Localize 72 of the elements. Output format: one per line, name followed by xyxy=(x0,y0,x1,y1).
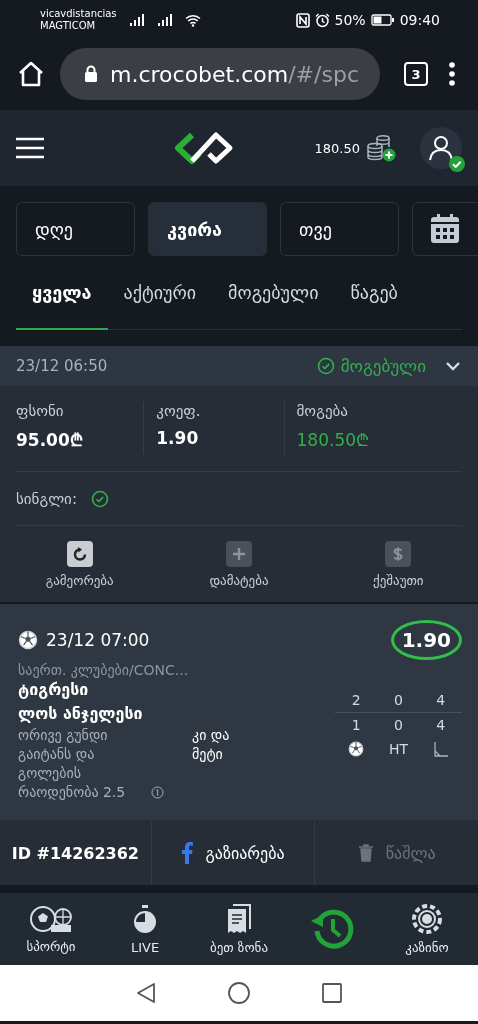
back-icon[interactable] xyxy=(136,982,156,1004)
score-cell-text: 0 xyxy=(393,692,404,708)
calendar-icon xyxy=(429,213,461,245)
menu-icon[interactable] xyxy=(16,137,44,159)
facebook-icon xyxy=(181,842,194,864)
corner-flag-icon xyxy=(432,741,449,757)
market-name: ორივე გუნდი გაიტანს და გოლების რაოდენობა 2.5 xyxy=(18,726,127,802)
battery-icon xyxy=(370,14,395,26)
filter-tab[interactable]: აქტიური xyxy=(107,257,213,330)
team-name: ტიგრესი xyxy=(18,679,90,701)
score-header: HT xyxy=(388,741,409,757)
filter-tab[interactable]: მოგებული xyxy=(212,257,335,330)
period-button[interactable]: დღე xyxy=(16,202,135,256)
share-button[interactable]: გაზიარება xyxy=(150,821,315,885)
casino-chip-icon xyxy=(412,903,442,934)
balance-amount: 180.50 xyxy=(314,140,360,156)
team-name: ლოს ანჯელესი xyxy=(18,703,144,725)
address-bar[interactable]: m.crocobet.com/#/spc xyxy=(60,48,380,100)
repeat-button[interactable]: გამეორება xyxy=(0,539,160,589)
score-cell-text: 4 xyxy=(435,717,447,733)
battery-percent: 50% xyxy=(334,12,366,28)
refresh-icon xyxy=(71,545,88,562)
wifi-icon xyxy=(184,13,201,27)
plus-icon xyxy=(231,545,247,562)
league-name: საერთ. კლუბები/CONC... xyxy=(17,661,190,678)
signal-icon xyxy=(128,13,145,27)
trash-icon xyxy=(357,844,374,862)
stopwatch-icon xyxy=(132,903,158,934)
status-check-icon xyxy=(316,357,335,375)
receipt-icon xyxy=(227,903,251,934)
stat-label: მოგება xyxy=(296,402,349,420)
live-nav-item[interactable]: LIVE xyxy=(98,893,192,965)
carrier-name: MAGTICOM xyxy=(40,20,97,32)
profile-avatar[interactable] xyxy=(420,127,462,169)
home-icon[interactable] xyxy=(228,982,250,1004)
soccer-ball-icon xyxy=(18,630,38,650)
carrier-name: vicavdistancias xyxy=(40,8,117,20)
alarm-icon xyxy=(314,12,330,28)
casino-nav-item[interactable]: კაზინო xyxy=(380,893,474,965)
betzone-nav-item[interactable]: ბეთ ზონა xyxy=(192,893,286,965)
check-icon xyxy=(90,489,109,508)
info-icon[interactable] xyxy=(151,786,164,799)
stat-value: 180.50₾ xyxy=(296,429,370,451)
score-cell-text: 0 xyxy=(393,717,404,733)
pick-name: კი და მეტი xyxy=(192,726,231,764)
score-cell-text: 2 xyxy=(350,692,362,708)
tab-count[interactable]: 3 xyxy=(404,62,428,86)
bet-date: 23/12 06:50 xyxy=(16,357,108,375)
period-button[interactable]: კვირა xyxy=(148,202,267,256)
stat-value: 95.00₾ xyxy=(16,429,84,451)
score-cell-text: 4 xyxy=(435,692,447,708)
bet-status: მოგებული xyxy=(340,356,426,376)
signal-icon xyxy=(156,13,173,27)
score-cell-text: 1 xyxy=(350,717,362,733)
nfc-icon xyxy=(295,12,310,28)
filter-tab[interactable]: წაგებ xyxy=(334,257,414,330)
balls-icon xyxy=(29,904,73,933)
goals-icon xyxy=(348,741,365,757)
clock-time: 09:40 xyxy=(399,12,440,28)
event-date: 23/12 07:00 xyxy=(46,630,150,650)
stat-label: კოეფ. xyxy=(156,402,202,420)
chevron-down-icon[interactable] xyxy=(444,360,462,372)
period-button[interactable]: თვე xyxy=(280,202,399,256)
sports-nav-item[interactable]: სპორტი xyxy=(4,893,98,965)
deposit-coins-icon[interactable] xyxy=(366,134,396,162)
bet-id: ID #14262362 xyxy=(10,842,140,865)
filter-tab[interactable]: ყველა xyxy=(16,257,108,330)
stat-value: 1.90 xyxy=(156,428,200,448)
bet-type-label: სინგლი: xyxy=(16,489,77,508)
odds-value: 1.90 xyxy=(390,620,462,660)
recent-apps-icon[interactable] xyxy=(322,983,342,1003)
stat-label: ფსონი xyxy=(16,402,65,420)
